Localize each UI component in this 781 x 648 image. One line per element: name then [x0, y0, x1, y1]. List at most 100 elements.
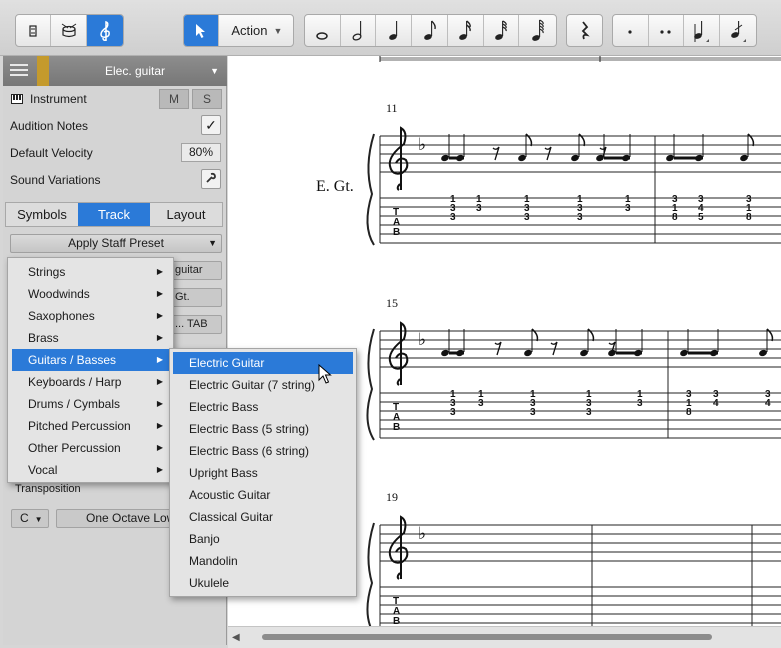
category-menu-item[interactable]: Saxophones ▶ [12, 305, 173, 327]
sixteenth-note-icon [459, 19, 472, 40]
category-menu-item-label: Guitars / Basses [28, 353, 117, 367]
drum-icon [61, 23, 76, 37]
track-color-swatch[interactable] [37, 56, 49, 86]
quarter-note-button[interactable] [376, 15, 413, 46]
instrument-menu-item[interactable]: Acoustic Guitar [173, 484, 353, 506]
tuplet-button[interactable] [684, 15, 720, 46]
wrench-button[interactable] [201, 169, 221, 189]
category-menu-item[interactable]: Other Percussion ▶ [12, 437, 173, 459]
chevron-right-icon: ▶ [156, 443, 163, 452]
tab-fret-number: 8 [672, 212, 678, 223]
instrument-menu-item[interactable]: Mandolin [173, 550, 353, 572]
tab-fret-number: 4 [713, 398, 719, 409]
notation-view-button[interactable] [86, 15, 123, 46]
audition-notes-label: Audition Notes [10, 119, 89, 133]
instrument-menu-item[interactable]: Electric Bass [173, 396, 353, 418]
solo-button[interactable]: S [192, 89, 222, 109]
track-header[interactable]: Elec. guitar ▼ [3, 56, 227, 86]
scrollbar-thumb[interactable] [262, 634, 712, 640]
chevron-right-icon: ▶ [156, 421, 163, 430]
chevron-down-icon: ▼ [273, 25, 283, 36]
wrench-icon [206, 172, 216, 183]
eighth-note-button[interactable] [412, 15, 448, 46]
chevron-right-icon: ▶ [156, 311, 163, 320]
instrument-menu-item-label: Electric Guitar (7 string) [189, 378, 316, 392]
category-menu-item[interactable]: Woodwinds ▶ [12, 283, 173, 305]
default-velocity-field[interactable]: 80% [181, 143, 221, 162]
grace-note-icon [730, 20, 746, 42]
select-tool-button[interactable] [184, 15, 220, 46]
tab-layout[interactable]: Layout [150, 203, 222, 226]
instrument-menu-item[interactable]: Classical Guitar [173, 506, 353, 528]
flat-sign: ♭ [418, 330, 426, 350]
tab-fret-number: 3 [478, 398, 484, 409]
track-name-label: E. Gt. [316, 178, 354, 195]
instrument-menu-item[interactable]: Electric Bass (5 string) [173, 418, 353, 440]
instrument-menu-item[interactable]: Ukulele [173, 572, 353, 594]
apply-staff-preset-label: Apply Staff Preset [68, 236, 164, 250]
grace-note-button[interactable] [720, 15, 756, 46]
thirty-second-note-button[interactable] [484, 15, 520, 46]
instrument-name-field[interactable]: guitar [171, 261, 222, 280]
staff-type-dropdown[interactable]: ... TAB [171, 315, 222, 334]
sixteenth-note-button[interactable] [448, 15, 484, 46]
short-name-field[interactable]: Gt. [171, 288, 222, 307]
flat-sign: ♭ [418, 135, 426, 155]
category-menu-item[interactable]: Keyboards / Harp ▶ [12, 371, 173, 393]
rest-group [566, 14, 603, 47]
mute-button[interactable]: M [159, 89, 189, 109]
instrument-category-menu: Strings ▶ Woodwinds ▶ Saxophones ▶ Brass ▶ Guita… [7, 257, 174, 483]
system-bracket [366, 328, 375, 441]
category-menu-item[interactable]: Strings ▶ [12, 261, 173, 283]
inspector-tabs: Symbols Track Layout [5, 202, 223, 227]
transposition-label: Transposition [15, 483, 81, 495]
category-menu-item[interactable]: Guitars / Basses ▶ [12, 349, 173, 371]
instrument-menu-item-label: Electric Guitar [189, 356, 265, 370]
audition-notes-checkbox[interactable]: ✓ [201, 115, 221, 135]
double-dot-icon [660, 29, 671, 34]
apply-staff-preset-dropdown[interactable]: Apply Staff Preset ▼ [10, 234, 222, 253]
note-head [680, 349, 688, 357]
arrow-pointer-icon [196, 23, 206, 38]
dot-button[interactable] [613, 15, 649, 46]
instrument-menu-item-label: Mandolin [189, 554, 238, 568]
category-menu-item[interactable]: Pitched Percussion ▶ [12, 415, 173, 437]
category-menu-item-label: Pitched Percussion [28, 419, 131, 433]
chevron-down-icon[interactable]: ▼ [210, 66, 219, 76]
note-head [580, 349, 588, 357]
tab-symbols[interactable]: Symbols [6, 203, 78, 226]
chevron-right-icon: ▶ [156, 355, 163, 364]
note-head [518, 154, 526, 162]
transposition-key-dropdown[interactable]: C ▼ [11, 509, 49, 528]
mixer-view-button[interactable] [16, 15, 52, 46]
velocity-row: Default Velocity 80% [3, 140, 227, 166]
instrument-menu-item[interactable]: Upright Bass [173, 462, 353, 484]
scroll-left-icon[interactable]: ◀ [232, 632, 240, 643]
category-menu-item-label: Vocal [28, 463, 58, 477]
tab-track[interactable]: Track [78, 203, 150, 226]
instrument-menu-item[interactable]: Electric Bass (6 string) [173, 440, 353, 462]
tab-fret-number: 3 [450, 212, 456, 223]
category-menu-item[interactable]: Brass ▶ [12, 327, 173, 349]
instrument-menu-item[interactable]: Banjo [173, 528, 353, 550]
tab-fret-number: 8 [686, 407, 692, 418]
half-note-button[interactable] [341, 15, 377, 46]
category-menu-item[interactable]: Drums / Cymbals ▶ [12, 393, 173, 415]
chevron-right-icon: ▶ [156, 289, 163, 298]
action-dropdown[interactable]: Action ▼ [219, 15, 293, 46]
rest-button[interactable] [567, 15, 602, 46]
category-menu-item[interactable]: Vocal ▶ [12, 459, 173, 481]
treble-clef-icon [100, 20, 110, 41]
tab-fret-number: 4 [765, 398, 771, 409]
instrument-row: Instrument M S [3, 86, 227, 112]
double-dot-button[interactable] [649, 15, 684, 46]
chevron-right-icon: ▶ [156, 465, 163, 474]
tab-fret-number: 3 [637, 398, 643, 409]
horizontal-scrollbar[interactable]: ◀ [228, 626, 781, 648]
drum-view-button[interactable] [51, 15, 87, 46]
whole-note-button[interactable] [305, 15, 341, 46]
instrument-menu-item-label: Electric Bass (6 string) [189, 444, 310, 458]
hamburger-menu-icon[interactable] [10, 64, 28, 79]
system-bracket [366, 133, 375, 246]
sixty-fourth-note-button[interactable] [519, 15, 556, 46]
